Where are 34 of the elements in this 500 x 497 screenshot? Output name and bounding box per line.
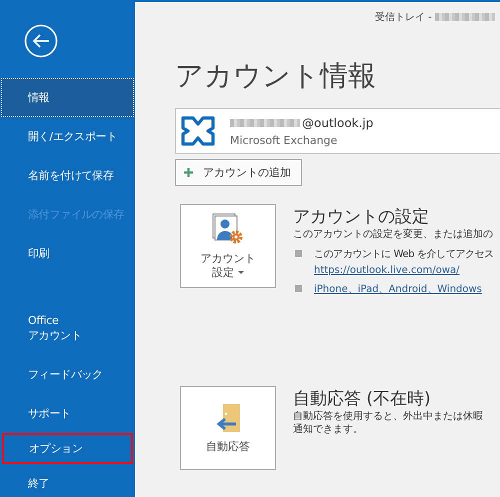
menu-item[interactable]: 情報	[1, 78, 134, 117]
page-heading: アカウント情報	[175, 58, 377, 94]
section-heading: 自動応答 (不在時)	[293, 388, 432, 410]
link[interactable]: https://outlook.live.com/owa/	[314, 265, 494, 276]
section-heading: アカウントの設定	[293, 206, 430, 228]
menu-item[interactable]: サポート	[1, 394, 134, 433]
section-description: 自動応答を使用すると、外出中または休暇 通知できます。	[293, 410, 483, 436]
menu-item[interactable]: 名前を付けて保存	[1, 156, 134, 195]
tile-button[interactable]: 自動応答	[180, 386, 276, 470]
exchange-logo-icon	[181, 116, 215, 146]
door-arrow-icon	[214, 402, 242, 432]
link[interactable]: iPhone、iPad、Android、Windows	[314, 282, 482, 296]
add-account-button[interactable]: アカウントの追加	[175, 159, 302, 186]
window-title: 受信トレイ -	[375, 10, 433, 24]
caret-icon	[238, 270, 244, 274]
bullet-text: このアカウントに Web を介してアクセス	[314, 248, 494, 261]
tile-button[interactable]: アカウント 設定	[180, 204, 276, 288]
blurred-text	[230, 118, 300, 126]
plus-icon	[184, 168, 193, 177]
bullet-icon	[295, 285, 302, 292]
menu-item[interactable]: オプション	[2, 433, 133, 464]
menu-item[interactable]: フィードバック	[1, 355, 134, 394]
section-description: このアカウントの設定を変更、または追加の	[293, 228, 494, 241]
account-card[interactable]: @outlook.jp Microsoft Exchange	[175, 108, 500, 154]
menu-item[interactable]: Office アカウント	[1, 301, 134, 355]
user-gear-icon	[212, 212, 244, 244]
back-icon[interactable]	[24, 24, 58, 58]
blurred-text	[434, 13, 495, 21]
account-address: @outlook.jp	[302, 116, 374, 130]
menu-item[interactable]: 開く/エクスポート	[1, 117, 134, 156]
menu-item[interactable]: 終了	[1, 464, 134, 497]
account-type: Microsoft Exchange	[230, 134, 338, 146]
bullet-icon	[295, 250, 302, 257]
menu-item[interactable]: 印刷	[1, 234, 134, 273]
